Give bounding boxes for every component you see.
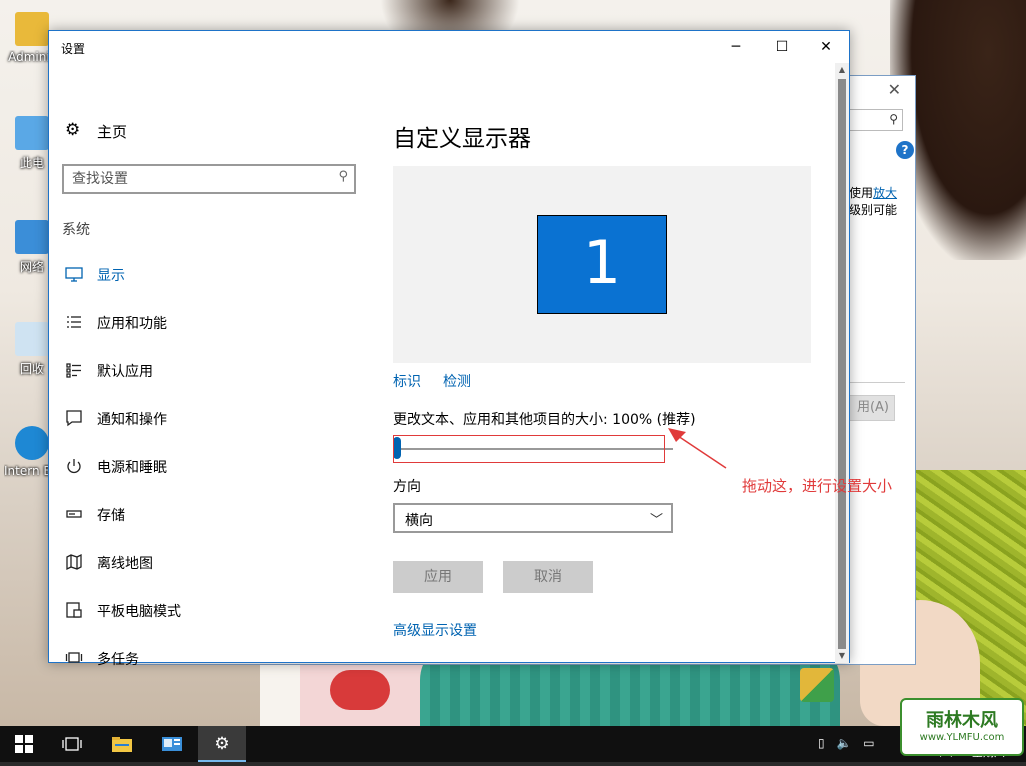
nav-item-label: 显示: [97, 268, 125, 284]
nav-item-label: 平板电脑模式: [97, 604, 181, 620]
scrollbar-thumb[interactable]: [838, 79, 846, 649]
nav-item-tablet-mode[interactable]: 平板电脑模式: [65, 599, 365, 623]
task-view-button[interactable]: [48, 726, 96, 762]
magnifier-link[interactable]: 放大: [873, 186, 897, 200]
map-icon: [66, 553, 82, 571]
list-icon: [67, 316, 81, 328]
nav-item-display[interactable]: 显示: [65, 263, 365, 287]
monitor-tile[interactable]: 1: [537, 215, 667, 314]
nav-item-default-apps[interactable]: 默认应用: [65, 359, 365, 383]
nav-home-label: 主页: [97, 123, 128, 141]
nav-item-notifications[interactable]: 通知和操作: [65, 407, 365, 431]
background-text: 使用放大 级别可能: [849, 186, 898, 217]
nav-item-label: 多任务: [97, 652, 139, 668]
nav-item-label: 默认应用: [97, 364, 153, 380]
start-button[interactable]: [0, 726, 48, 762]
network-tray-icon: ▭: [863, 736, 875, 750]
annotation-highlight-box: [393, 435, 665, 463]
detect-link[interactable]: 检测: [443, 371, 471, 391]
nav-item-label: 电源和睡眠: [97, 460, 167, 476]
windows-start-icon: [15, 735, 33, 753]
chevron-down-icon: ﹀: [649, 513, 663, 528]
orientation-select[interactable]: 横向 ﹀: [393, 503, 673, 533]
nav-item-offline-maps[interactable]: 离线地图: [65, 551, 365, 575]
file-explorer-icon: [112, 737, 132, 752]
scroll-down-icon[interactable]: ▼: [835, 649, 849, 663]
nav-item-multitasking[interactable]: 多任务: [65, 647, 365, 671]
nav-item-apps-features[interactable]: 应用和功能: [65, 311, 365, 335]
settings-taskbar-button[interactable]: ⚙: [198, 726, 246, 762]
tablet-icon: [66, 602, 82, 618]
orientation-value: 横向: [405, 513, 433, 529]
advanced-display-settings-link[interactable]: 高级显示设置: [393, 620, 477, 640]
site-watermark: 雨林木风 www.YLMFU.com: [900, 698, 1024, 756]
search-icon: ⚲: [889, 112, 898, 126]
control-panel-icon: [162, 737, 182, 751]
annotation-text: 拖动这，进行设置大小: [742, 477, 893, 495]
default-apps-icon: [66, 363, 81, 378]
user-folder-icon: [15, 12, 49, 46]
computer-icon: [15, 116, 49, 150]
title-bar[interactable]: 设置 ─ ☐ ✕: [49, 31, 849, 63]
volume-icon: 🔈: [836, 736, 852, 750]
control-panel-button[interactable]: [148, 726, 196, 762]
settings-nav: ⚙ 主页 ⚲ 系统 显示 应用和功能 默认应用 通知和操作 电源和睡眠: [49, 63, 369, 668]
help-icon[interactable]: ?: [896, 141, 914, 159]
background-divider: [849, 382, 905, 383]
system-tray[interactable]: ▯ 🔈 ▭: [818, 736, 875, 750]
nav-item-power[interactable]: 电源和睡眠: [65, 455, 365, 479]
background-close-icon[interactable]: ✕: [888, 80, 901, 99]
minimize-button[interactable]: ─: [713, 31, 759, 63]
nav-item-label: 离线地图: [97, 556, 153, 572]
cancel-button[interactable]: 取消: [503, 561, 593, 593]
multitask-icon: [65, 652, 83, 663]
monitor-icon: [65, 267, 83, 282]
gear-icon: ⚙: [65, 120, 81, 140]
wallpaper-logo-icon: [800, 668, 834, 702]
scrollbar[interactable]: ▲ ▼: [835, 63, 849, 663]
maximize-button[interactable]: ☐: [759, 31, 805, 63]
task-view-icon: [62, 737, 82, 751]
scale-label: 更改文本、应用和其他项目的大小: 100% (推荐): [393, 412, 696, 428]
network-icon: [15, 220, 49, 254]
display-preview: 1: [393, 166, 811, 363]
scroll-up-icon[interactable]: ▲: [835, 63, 849, 77]
search-input[interactable]: [72, 169, 322, 189]
wallpaper-red-object: [330, 670, 390, 710]
apply-button[interactable]: 应用: [393, 561, 483, 593]
close-button[interactable]: ✕: [803, 31, 849, 63]
background-apply-button[interactable]: 用(A): [849, 395, 895, 421]
display-settings-content: 自定义显示器 1 标识 检测 更改文本、应用和其他项目的大小: 100% (推荐…: [393, 63, 813, 663]
page-title: 自定义显示器: [393, 126, 531, 152]
battery-icon: ▯: [818, 736, 825, 750]
nav-item-label: 存储: [97, 508, 125, 524]
settings-window: 设置 ─ ☐ ✕ ⚙ 主页 ⚲ 系统 显示 应用和功能 默认应用 通知和操作: [48, 30, 850, 668]
internet-explorer-icon: [15, 426, 49, 460]
search-box[interactable]: ⚲: [62, 164, 356, 194]
nav-section-title: 系统: [62, 222, 90, 238]
annotation-arrow: [668, 428, 727, 469]
background-search-box[interactable]: ⚲: [849, 109, 903, 131]
nav-item-label: 通知和操作: [97, 412, 167, 428]
orientation-label: 方向: [393, 479, 421, 495]
search-icon: ⚲: [338, 169, 348, 184]
nav-item-label: 应用和功能: [97, 316, 167, 332]
notification-icon: [66, 410, 82, 427]
power-icon: [67, 459, 81, 474]
taskbar: ⚙ ▯ 🔈 ▭ 2016/8/16 星期六: [0, 726, 1026, 762]
storage-icon: [66, 510, 82, 518]
window-title: 设置: [61, 42, 86, 56]
file-explorer-button[interactable]: [98, 726, 146, 762]
settings-gear-icon: ⚙: [214, 734, 230, 754]
nav-item-storage[interactable]: 存储: [65, 503, 365, 527]
recycle-bin-icon: [15, 322, 49, 356]
identify-link[interactable]: 标识: [393, 371, 421, 391]
